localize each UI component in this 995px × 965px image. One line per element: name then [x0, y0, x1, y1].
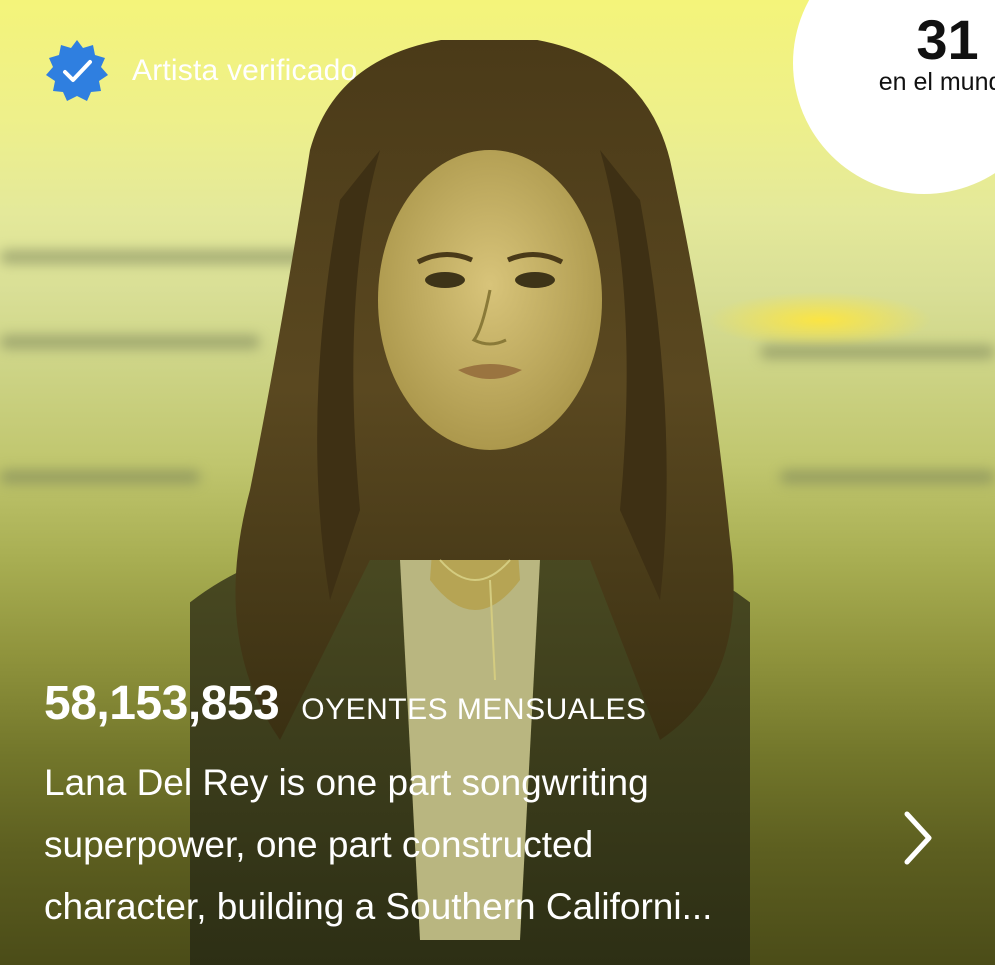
background-streak [780, 470, 995, 484]
background-streak [0, 470, 200, 484]
verified-label: Artista verificado [132, 54, 358, 87]
artist-about-card[interactable]: Artista verificado 31 en el mundo 58,153… [0, 0, 995, 965]
background-streak [760, 345, 995, 359]
rank-caption: en el mundo [878, 68, 995, 96]
artist-bio[interactable]: Lana Del Rey is one part songwriting sup… [44, 752, 884, 938]
listeners-count: 58,153,853 [44, 677, 280, 730]
chevron-right-icon[interactable] [893, 806, 941, 870]
listeners-label: OYENTES MENSUALES [301, 693, 647, 726]
verified-artist-badge: Artista verificado [44, 38, 357, 104]
rank-number: 31 [916, 8, 979, 71]
verified-badge-icon [46, 40, 108, 101]
world-rank-bubble: 31 en el mundo [793, 0, 995, 194]
monthly-listeners: 58,153,853 OYENTES MENSUALES [44, 676, 647, 731]
